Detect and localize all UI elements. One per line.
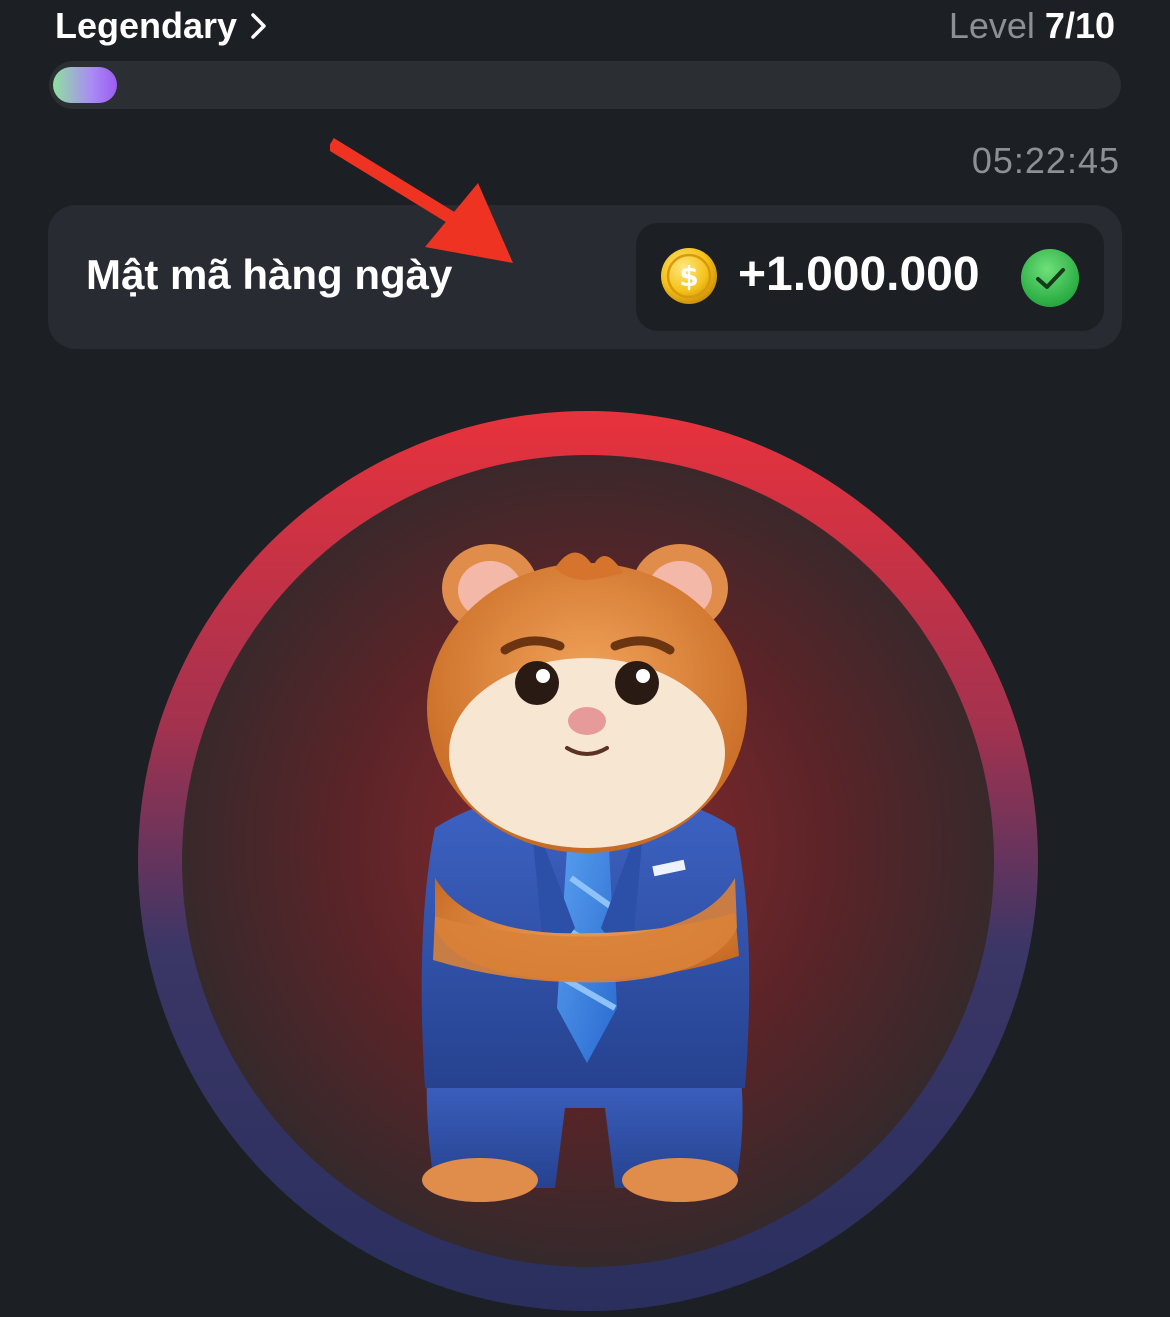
level-progress-bar: [49, 61, 1121, 109]
reward-amount: +1.000.000: [738, 248, 980, 301]
daily-cipher-card[interactable]: Mật mã hàng ngày $ +1.000.000: [48, 205, 1122, 349]
coin-icon: $: [661, 248, 717, 304]
cipher-timer: 05:22:45: [971, 140, 1120, 181]
main-screen: Legendary Level 7/10 05:22:45 Mật mã hàn…: [0, 0, 1170, 1317]
league-link[interactable]: Legendary: [55, 0, 271, 52]
check-circle-icon: [1021, 249, 1079, 307]
hamster-ceo-icon: [138, 411, 1038, 1311]
level-progress-fill: [53, 67, 117, 103]
hamster-tap-button[interactable]: [135, 408, 1041, 1314]
level-indicator: Level 7/10: [949, 0, 1115, 52]
league-name: Legendary: [55, 5, 238, 46]
level-label: Level: [948, 5, 1035, 46]
level-value: 7/10: [1044, 5, 1115, 46]
daily-cipher-reward: $ +1.000.000: [636, 223, 1104, 331]
svg-text:$: $: [679, 260, 698, 293]
red-arrow-icon: [330, 138, 513, 263]
chevron-right-icon: [251, 13, 266, 39]
